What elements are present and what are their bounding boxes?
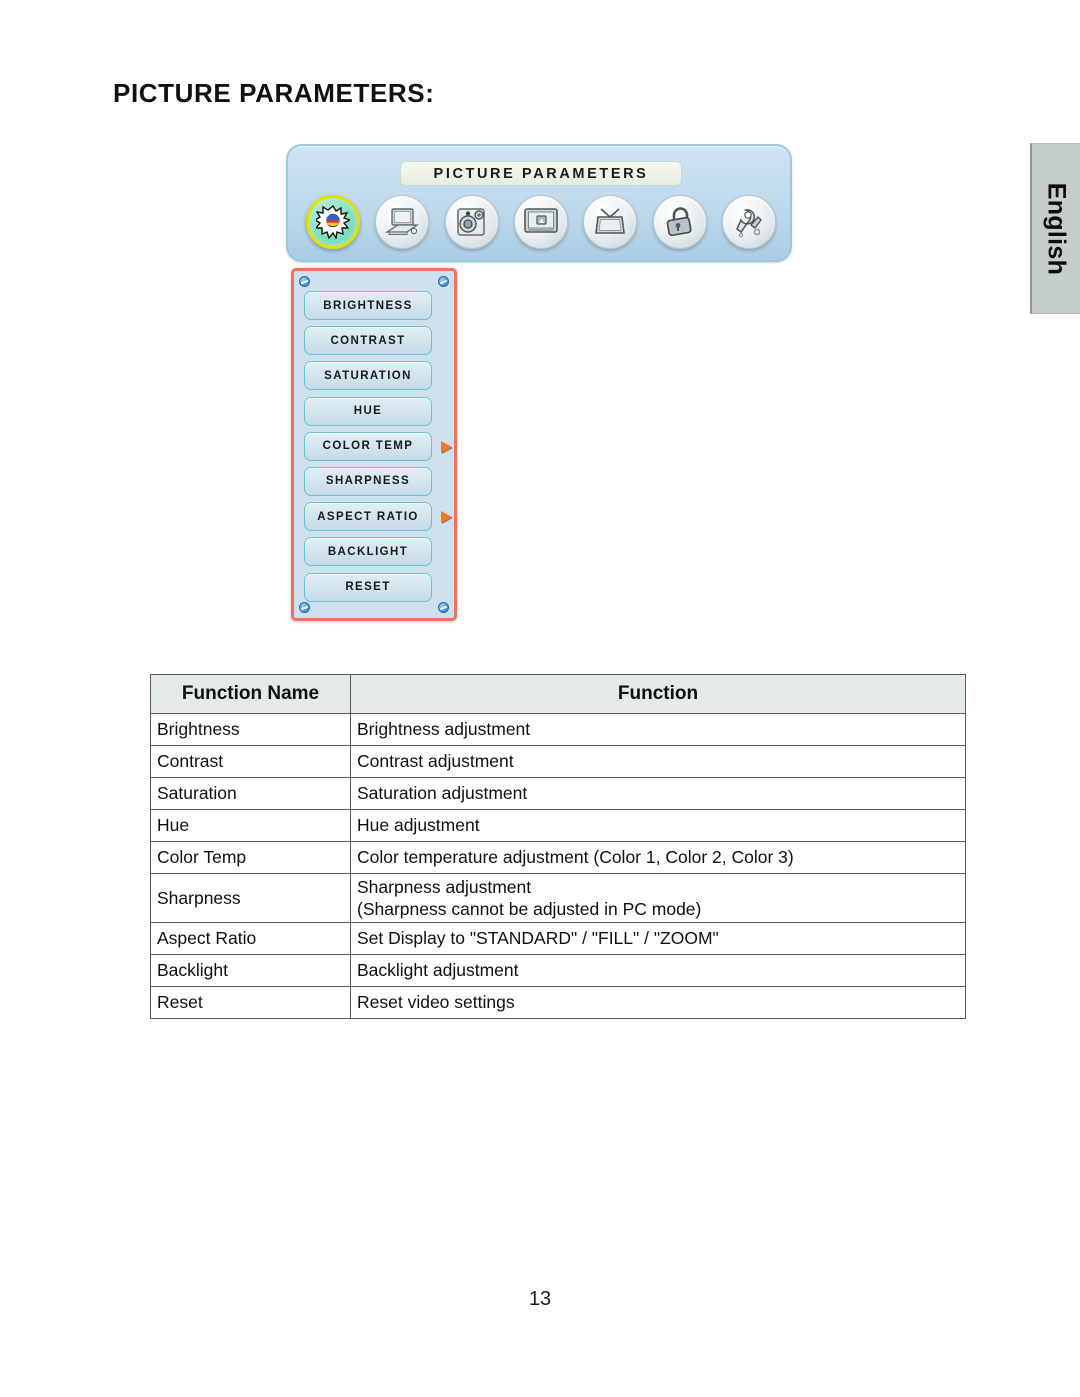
osd-submenu-item-reset[interactable]: RESET [304, 572, 432, 602]
osd-submenu-item-contrast[interactable]: CONTRAST [304, 326, 432, 356]
osd-submenu-label: RESET [345, 581, 391, 593]
osd-submenu-label: ASPECT RATIO [317, 510, 419, 523]
cell-function: Sharpness adjustment (Sharpness cannot b… [350, 873, 966, 923]
tv-settings-icon[interactable] [583, 195, 638, 249]
cell-function-name: Contrast [150, 745, 351, 778]
osd-menu-title-box: PICTURE PARAMETERS [400, 161, 682, 186]
page-number: 13 [528, 1288, 552, 1310]
screw-icon [438, 602, 449, 613]
osd-submenu-label: SHARPNESS [325, 475, 411, 488]
table-header-function-name: Function Name [150, 674, 351, 714]
table-header-row: Function Name Function [150, 674, 966, 714]
osd-submenu-panel: BRIGHTNESS CONTRAST SATURATION HUE COLOR… [291, 268, 457, 621]
osd-submenu-label: COLOR TEMP [322, 440, 414, 453]
submenu-arrow-right-icon [441, 511, 452, 524]
osd-submenu-item-saturation[interactable]: SATURATION [304, 361, 432, 391]
cell-function-name: Brightness [150, 713, 351, 746]
cell-line: Contrast adjustment [357, 751, 514, 772]
osd-submenu-item-backlight[interactable]: BACKLIGHT [304, 537, 432, 567]
cell-function: Saturation adjustment [350, 777, 966, 810]
cell-function: Backlight adjustment [350, 954, 966, 987]
cell-line: Color temperature adjustment (Color 1, C… [357, 847, 794, 868]
screw-icon [299, 276, 310, 287]
cell-function-name: Sharpness [150, 873, 351, 923]
cell-function-name: Aspect Ratio [150, 922, 351, 955]
cell-function: Reset video settings [350, 986, 966, 1019]
table-row: Hue Hue adjustment [150, 809, 966, 842]
parental-lock-icon[interactable] [652, 195, 707, 249]
cell-function: Contrast adjustment [350, 745, 966, 778]
audio-settings-icon[interactable] [444, 195, 499, 249]
osd-settings-icon[interactable] [513, 195, 568, 249]
submenu-arrow-right-icon [441, 440, 452, 453]
language-tab: English [1030, 143, 1080, 314]
cell-function: Hue adjustment [350, 809, 966, 842]
table-row: Reset Reset video settings [150, 986, 966, 1019]
language-tab-label: English [1042, 182, 1071, 275]
osd-submenu-label: HUE [353, 405, 383, 418]
osd-submenu-item-color-temp[interactable]: COLOR TEMP [304, 431, 452, 461]
cell-function: Color temperature adjustment (Color 1, C… [350, 841, 966, 874]
cell-line: Set Display to "STANDARD" / "FILL" / "ZO… [357, 928, 719, 949]
cell-function: Brightness adjustment [350, 713, 966, 746]
table-row: Contrast Contrast adjustment [150, 745, 966, 778]
cell-function-name: Reset [150, 986, 351, 1019]
screw-icon [438, 276, 449, 287]
osd-submenu-item-brightness[interactable]: BRIGHTNESS [304, 291, 432, 320]
osd-icon-row [302, 194, 780, 250]
table-row: Backlight Backlight adjustment [150, 954, 966, 987]
table-row: Saturation Saturation adjustment [150, 777, 966, 810]
pc-settings-icon[interactable] [375, 195, 430, 249]
cell-line: Hue adjustment [357, 815, 480, 836]
cell-line: Brightness adjustment [357, 719, 531, 740]
cell-function-name: Hue [150, 809, 351, 842]
osd-submenu-label: CONTRAST [330, 334, 406, 347]
cell-function-name: Color Temp [150, 841, 351, 874]
cell-function: Set Display to "STANDARD" / "FILL" / "ZO… [350, 922, 966, 955]
cell-line: (Sharpness cannot be adjusted in PC mode… [357, 899, 702, 919]
table-header-function: Function [350, 674, 966, 714]
cell-line: Reset video settings [357, 992, 515, 1013]
cell-line: Sharpness adjustment [357, 876, 532, 897]
osd-submenu-item-hue[interactable]: HUE [304, 396, 432, 426]
table-row: Brightness Brightness adjustment [150, 713, 966, 746]
osd-submenu-label: BACKLIGHT [327, 545, 409, 558]
osd-submenu-list: BRIGHTNESS CONTRAST SATURATION HUE COLOR… [304, 291, 452, 608]
setup-tools-icon[interactable] [721, 195, 776, 249]
osd-submenu-label: SATURATION [324, 369, 412, 382]
function-table: Function Name Function Brightness Bright… [150, 674, 966, 1019]
osd-menu-title: PICTURE PARAMETERS [433, 165, 649, 182]
table-row: Aspect Ratio Set Display to "STANDARD" /… [150, 922, 966, 955]
table-row: Sharpness Sharpness adjustment (Sharpnes… [150, 873, 966, 923]
cell-function-name: Saturation [150, 777, 351, 810]
osd-submenu-item-sharpness[interactable]: SHARPNESS [304, 466, 432, 496]
cell-line: Backlight adjustment [357, 960, 519, 981]
osd-main-menu-bar: PICTURE PARAMETERS [286, 144, 792, 262]
page-title: PICTURE PARAMETERS: [113, 78, 435, 108]
osd-submenu-item-aspect-ratio[interactable]: ASPECT RATIO [304, 502, 452, 532]
cell-function-name: Backlight [150, 954, 351, 987]
table-row: Color Temp Color temperature adjustment … [150, 841, 966, 874]
osd-submenu-label: BRIGHTNESS [323, 299, 413, 312]
picture-parameters-icon[interactable] [306, 195, 360, 249]
cell-line: Saturation adjustment [357, 783, 528, 804]
